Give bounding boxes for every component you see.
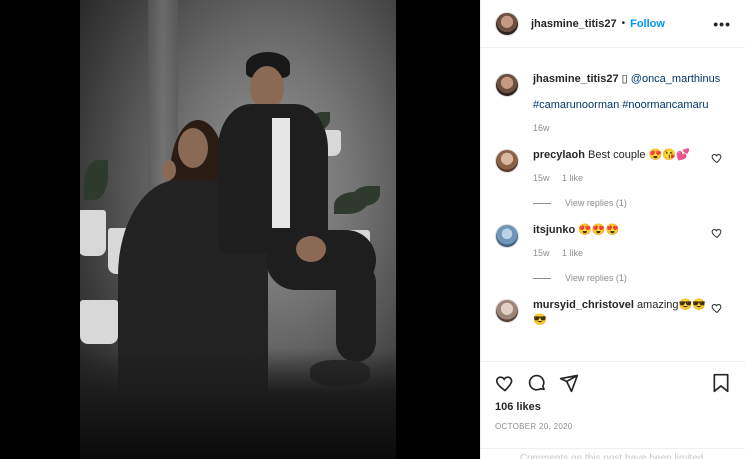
comment-text-line: mursyid_christovel amazing😎😎😎 [533,298,711,328]
save-bookmark-icon[interactable] [711,373,731,393]
comment-item: precylaoh Best couple 😍😘💕 15w 1 like Vie… [495,148,731,208]
caption-mention[interactable]: @onca_marthinus [631,73,720,85]
comment-age[interactable]: 15w [533,248,550,258]
caption-age[interactable]: 16w [533,123,731,133]
comment-like-heart-icon[interactable] [711,302,723,314]
instagram-post: jhasmine_titis27 • Follow ••• jhasmine_t… [0,0,745,459]
plant-leaf [352,186,380,206]
view-replies-button[interactable]: View replies (1) [533,273,711,283]
post-header: jhasmine_titis27 • Follow ••• [481,0,745,48]
comment-username[interactable]: mursyid_christovel [533,299,634,311]
more-options-icon[interactable]: ••• [713,16,731,32]
comment-avatar[interactable] [495,224,519,248]
like-count[interactable]: 106 likes [495,401,731,413]
post-photo[interactable] [0,0,480,459]
comment-text: Best couple 😍😘💕 [588,149,690,161]
comment-meta: 15w 1 like [533,173,711,183]
comment-avatar[interactable] [495,149,519,173]
comment-item: itsjunko 😍😍😍 15w 1 like View replies (1) [495,223,731,283]
view-replies-button[interactable]: View replies (1) [533,198,711,208]
caption-symbol: ▯ [621,73,628,85]
woman-hand [162,160,176,180]
replies-divider [533,202,551,204]
floor-shadow [78,349,398,459]
like-heart-icon[interactable] [495,373,515,393]
comment-avatar[interactable] [495,299,519,323]
comment-meta: 15w 1 like [533,248,711,258]
photo-scene [78,0,398,459]
comments-list[interactable]: jhasmine_titis27 ▯ @onca_marthinus #cama… [481,49,745,361]
view-replies-label: View replies (1) [565,198,627,208]
comment-item: mursyid_christovel amazing😎😎😎 [495,298,731,328]
comment-likes[interactable]: 1 like [562,248,583,258]
post-date[interactable]: OCTOBER 20, 2020 [495,422,731,431]
plant-pot [78,210,106,256]
man-leg [336,262,376,362]
comment-text-line: precylaoh Best couple 😍😘💕 [533,148,711,163]
caption-line: jhasmine_titis27 ▯ @onca_marthinus [533,72,731,87]
photo-letterbox-right [396,0,480,459]
caption-hashtags[interactable]: #camarunoorman #noormancamaru [533,98,731,113]
woman-face [178,128,208,168]
comment-username[interactable]: precylaoh [533,149,585,161]
comment-text: 😍😍😍 [578,224,620,236]
caption-avatar[interactable] [495,73,519,97]
replies-divider [533,277,551,279]
man-shirt [272,118,290,228]
post-side-panel: jhasmine_titis27 • Follow ••• jhasmine_t… [480,0,745,459]
action-icons-row [495,362,731,404]
plant-pot [80,300,118,344]
comment-likes[interactable]: 1 like [562,173,583,183]
author-username[interactable]: jhasmine_titis27 [531,18,617,30]
follow-button[interactable]: Follow [630,18,665,30]
share-paper-plane-icon[interactable] [559,373,579,393]
photo-letterbox-left [0,0,80,459]
author-avatar[interactable] [495,11,519,36]
view-replies-label: View replies (1) [565,273,627,283]
comment-bubble-icon[interactable] [527,373,547,393]
comment-username[interactable]: itsjunko [533,224,575,236]
comment-age[interactable]: 15w [533,173,550,183]
post-caption: jhasmine_titis27 ▯ @onca_marthinus #cama… [495,49,731,133]
comment-like-heart-icon[interactable] [711,152,723,164]
comment-like-heart-icon[interactable] [711,227,723,239]
comments-limited-notice: Comments on this post have been limited. [481,448,745,459]
comment-text-line: itsjunko 😍😍😍 [533,223,711,238]
man-hands [296,236,326,262]
caption-username[interactable]: jhasmine_titis27 [533,73,619,85]
post-actions: 106 likes OCTOBER 20, 2020 [481,361,745,431]
plant-leaf [84,160,108,200]
separator-dot: • [621,18,626,29]
